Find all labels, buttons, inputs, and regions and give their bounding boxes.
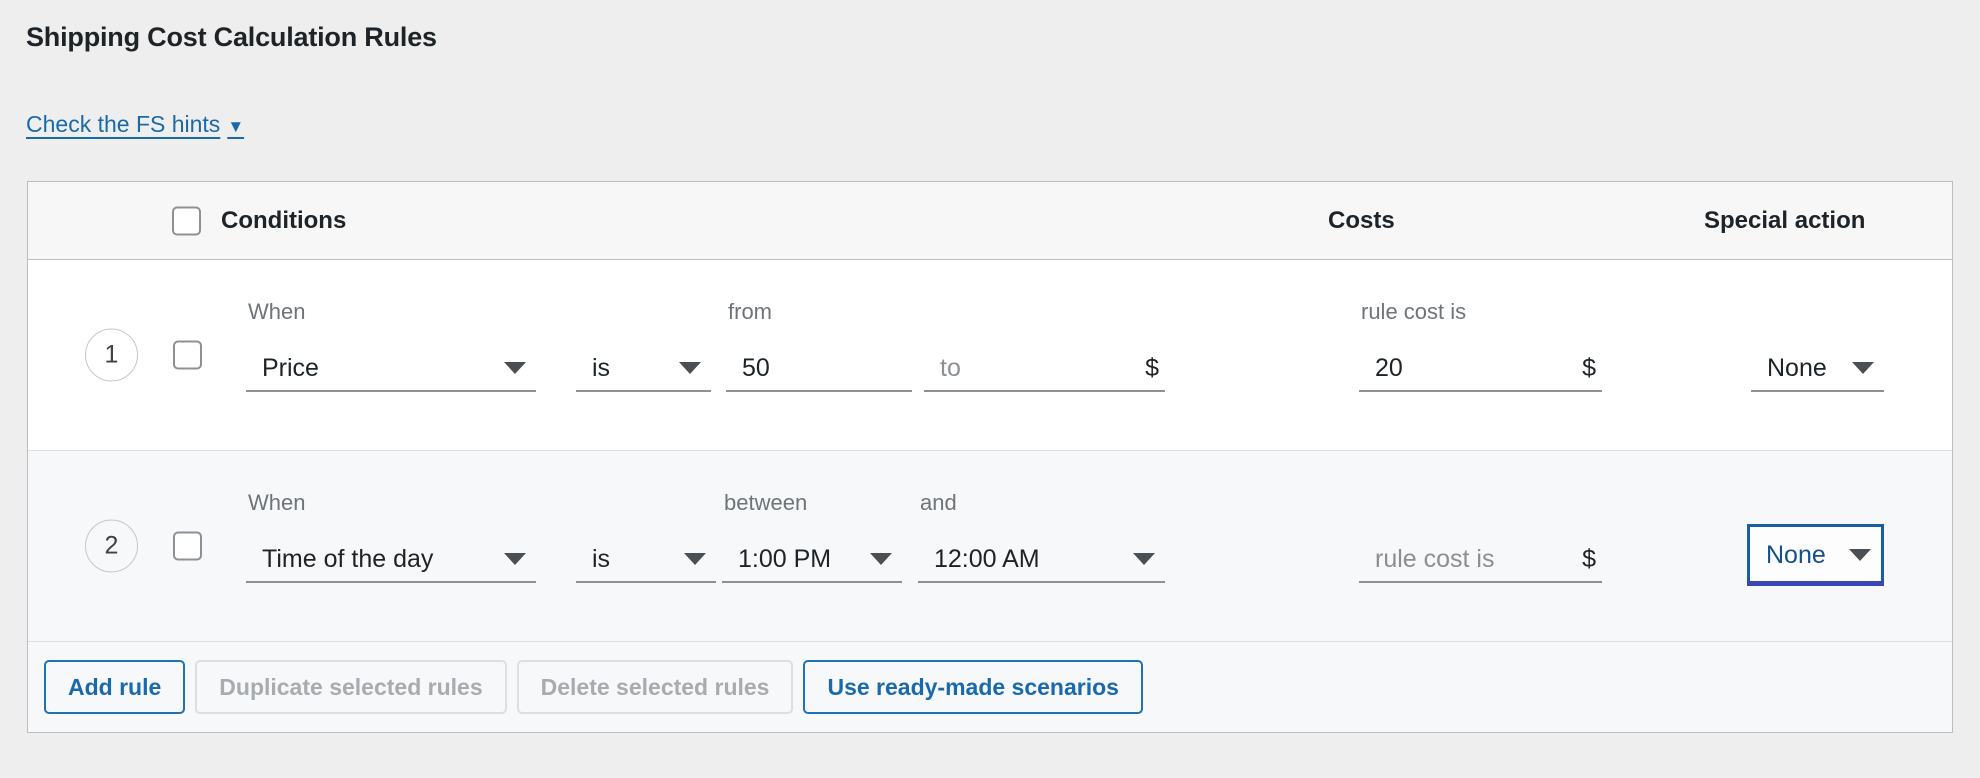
- rule-operator-value: is: [592, 544, 611, 573]
- rules-table-header: Conditions Costs Special action: [28, 182, 1952, 260]
- rule-range-start-select[interactable]: 1:00 PM: [722, 537, 902, 583]
- rule-range-end-field: to $: [924, 346, 1165, 392]
- rule-special-action-field: None: [1751, 346, 1884, 392]
- rule-range-end-input[interactable]: to $: [924, 346, 1165, 392]
- chevron-down-icon: [504, 362, 526, 374]
- rule-when-field: When Price: [246, 299, 536, 392]
- chevron-down-icon: [679, 362, 701, 374]
- column-header-conditions: Conditions: [221, 206, 347, 234]
- rule-operator-field: is: [576, 346, 711, 392]
- duplicate-selected-rules-button[interactable]: Duplicate selected rules: [195, 660, 507, 714]
- rule-cost-input[interactable]: rule cost is $: [1359, 537, 1602, 583]
- delete-selected-rules-button[interactable]: Delete selected rules: [516, 660, 794, 714]
- rule-when-value: Price: [262, 353, 319, 382]
- rule-when-select[interactable]: Price: [246, 346, 536, 392]
- rule-index-badge: 1: [85, 328, 138, 382]
- column-header-costs: Costs: [1328, 206, 1395, 234]
- rule-cost-label: rule cost is: [1361, 299, 1467, 324]
- select-all-checkbox[interactable]: [172, 206, 201, 235]
- shipping-rules-page: Shipping Cost Calculation Rules Check th…: [0, 0, 1980, 778]
- rule-cost-unit: $: [1582, 353, 1596, 382]
- rule-range-start-value: 1:00 PM: [738, 544, 832, 573]
- chevron-down-icon: [504, 553, 526, 565]
- rule-operator-select[interactable]: is: [576, 537, 716, 583]
- rule-range-end-value: 12:00 AM: [934, 544, 1040, 573]
- rule-range-start-field: from 50: [726, 299, 912, 392]
- column-header-special-action: Special action: [1704, 206, 1866, 234]
- rule-when-label: When: [248, 299, 306, 324]
- chevron-down-icon: [1133, 553, 1155, 565]
- rule-operator-select[interactable]: is: [576, 346, 711, 392]
- rule-range-start-input[interactable]: 50: [726, 346, 912, 392]
- rule-special-action-value: None: [1766, 540, 1826, 569]
- rule-operator-field: is: [576, 537, 716, 583]
- check-fs-hints-link[interactable]: Check the FS hints ▼: [26, 113, 244, 136]
- rule-special-action-select[interactable]: None: [1747, 524, 1884, 586]
- rule-operator-value: is: [592, 353, 611, 382]
- table-row: 2 When Time of the day is between 1:00 P…: [28, 451, 1952, 642]
- rule-cost-value: 20: [1375, 353, 1403, 382]
- rules-table-footer: Add rule Duplicate selected rules Delete…: [28, 642, 1952, 732]
- rule-cost-field: rule cost is $: [1359, 537, 1602, 583]
- chevron-down-icon: [1852, 362, 1874, 374]
- rule-cost-unit: $: [1582, 544, 1596, 573]
- rule-range-start-value: 50: [742, 353, 770, 382]
- use-ready-made-scenarios-button[interactable]: Use ready-made scenarios: [803, 660, 1143, 714]
- rule-range-start-label: between: [724, 490, 808, 515]
- chevron-down-icon: [870, 553, 892, 565]
- add-rule-button[interactable]: Add rule: [44, 660, 186, 714]
- rule-when-field: When Time of the day: [246, 490, 536, 583]
- table-row: 1 When Price is from 50 to $ rule cost i…: [28, 260, 1952, 451]
- rule-cost-input[interactable]: 20 $: [1359, 346, 1602, 392]
- rule-range-end-select[interactable]: 12:00 AM: [918, 537, 1165, 583]
- rule-range-end-label: and: [920, 490, 957, 515]
- rule-when-value: Time of the day: [262, 544, 434, 573]
- rule-range-start-label: from: [728, 299, 772, 324]
- page-title: Shipping Cost Calculation Rules: [26, 22, 437, 52]
- rule-select-checkbox[interactable]: [173, 531, 202, 561]
- rules-table-card: Conditions Costs Special action 1 When P…: [27, 181, 1953, 733]
- rule-select-checkbox[interactable]: [173, 340, 202, 370]
- rule-cost-field: rule cost is 20 $: [1359, 299, 1602, 392]
- rule-when-select[interactable]: Time of the day: [246, 537, 536, 583]
- rule-range-end-field: and 12:00 AM: [918, 490, 1165, 583]
- chevron-down-icon: [684, 553, 706, 565]
- rule-when-label: When: [248, 490, 306, 515]
- check-fs-hints-label: Check the FS hints: [26, 111, 221, 137]
- chevron-down-icon: [1849, 549, 1871, 561]
- rule-range-start-field: between 1:00 PM: [722, 490, 902, 583]
- rule-index-badge: 2: [85, 519, 138, 573]
- rule-range-end-unit: $: [1145, 353, 1159, 382]
- rule-cost-placeholder: rule cost is: [1375, 544, 1495, 573]
- rule-range-end-placeholder: to: [940, 353, 961, 382]
- chevron-down-icon: ▼: [227, 117, 245, 136]
- rule-special-action-select[interactable]: None: [1751, 346, 1884, 392]
- rule-special-action-value: None: [1767, 353, 1827, 382]
